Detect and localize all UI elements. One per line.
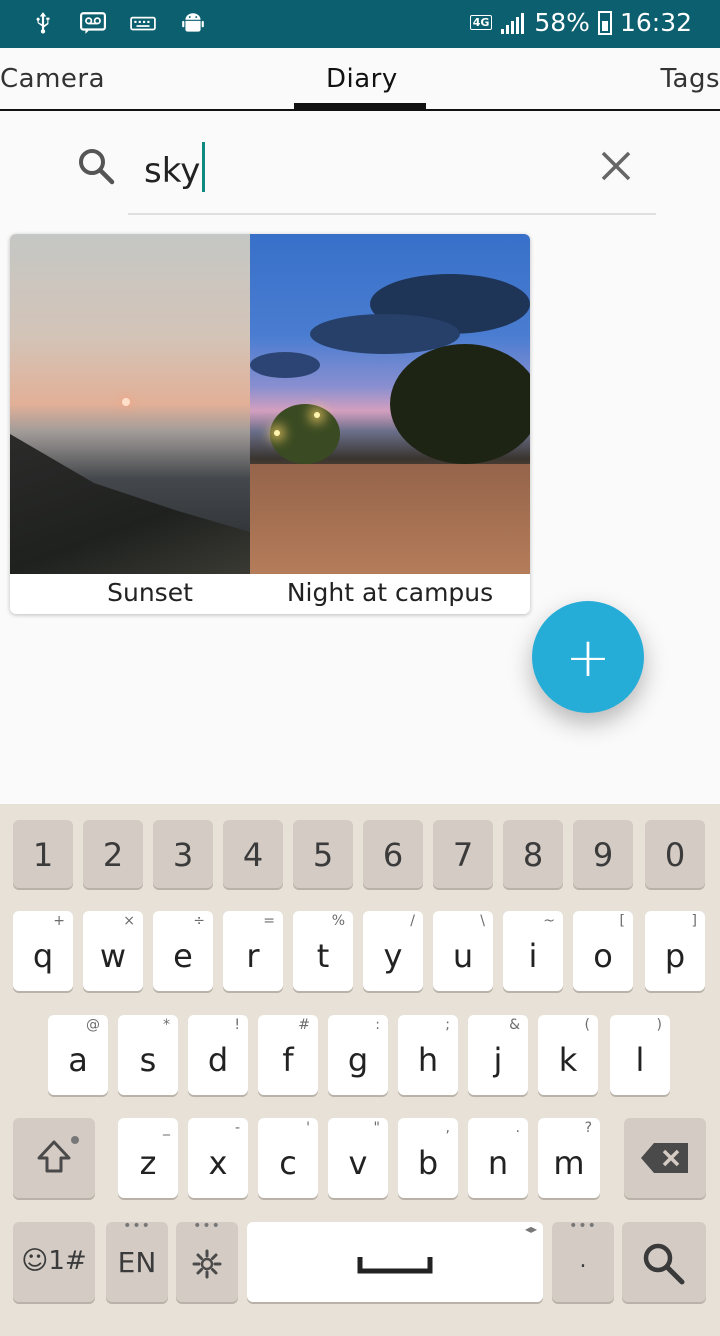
- add-entry-button[interactable]: +: [532, 601, 644, 713]
- backspace-key[interactable]: [624, 1118, 706, 1198]
- android-icon: [182, 13, 204, 32]
- network-type-badge: 4G: [469, 15, 493, 30]
- text-caret: [202, 142, 206, 192]
- key-5[interactable]: 5: [293, 820, 353, 888]
- key-9[interactable]: 9: [573, 820, 633, 888]
- hillside: [10, 434, 250, 574]
- key-o[interactable]: [o: [573, 911, 633, 991]
- tab-tags[interactable]: Tags: [660, 64, 720, 94]
- usb-icon: [36, 12, 50, 34]
- tree: [270, 404, 340, 464]
- symbols-key[interactable]: ☺1#: [13, 1222, 95, 1302]
- sun: [122, 398, 130, 406]
- diary-entry-caption: Night at campus: [286, 578, 494, 607]
- key-l[interactable]: ) l: [610, 1015, 670, 1095]
- diary-entry-caption: Sunset: [107, 578, 193, 607]
- diary-entry-photo-sunset[interactable]: [10, 234, 250, 574]
- key-s[interactable]: * s: [118, 1015, 178, 1095]
- key-u[interactable]: \ u: [433, 911, 493, 991]
- backspace-icon: [641, 1143, 688, 1173]
- diary-results-card: Sunset Night at campus: [10, 234, 530, 614]
- key-e[interactable]: ÷ e: [153, 911, 213, 991]
- status-icons-left: [30, 10, 206, 36]
- key-z[interactable]: _ z: [118, 1118, 178, 1198]
- diary-entry-photo-night[interactable]: [250, 234, 530, 574]
- on-screen-keyboard: 1 2 3 4 5 6 7 8 9 0 + q × w ÷ e = r % t / y \ u…: [0, 804, 720, 1336]
- more-dots-icon: •••: [569, 1218, 597, 1234]
- key-t[interactable]: % t: [293, 911, 353, 991]
- key-q[interactable]: + q: [13, 911, 73, 991]
- close-icon[interactable]: [598, 148, 634, 184]
- key-1[interactable]: 1: [13, 820, 73, 888]
- space-bar-icon: [357, 1257, 433, 1274]
- key-f[interactable]: # f: [258, 1015, 318, 1095]
- key-a[interactable]: @ a: [48, 1015, 108, 1095]
- key-6[interactable]: 6: [363, 820, 423, 888]
- key-p[interactable]: ] p: [645, 911, 705, 991]
- shift-icon: [37, 1140, 71, 1173]
- search-icon: [643, 1243, 685, 1285]
- key-4[interactable]: 4: [223, 820, 283, 888]
- signal-icon: [501, 12, 525, 34]
- tree: [390, 344, 530, 464]
- more-dots-icon: •••: [123, 1218, 151, 1234]
- battery-percent: 58%: [534, 8, 590, 37]
- street-lamp: [274, 430, 280, 436]
- plus-icon: +: [565, 625, 611, 689]
- status-bar: 4G 58% 16:32: [0, 0, 720, 48]
- search-underline: [128, 213, 656, 215]
- cursor-arrows-icon: ◂▸: [524, 1222, 537, 1236]
- shift-indicator-dot: [71, 1136, 79, 1144]
- key-n[interactable]: .n: [468, 1118, 528, 1198]
- tab-bar: Camera Diary Tags: [0, 48, 720, 111]
- key-d[interactable]: ! d: [188, 1015, 248, 1095]
- key-b[interactable]: ,b: [398, 1118, 458, 1198]
- keyboard-icon: [130, 16, 156, 31]
- key-h[interactable]: ; h: [398, 1015, 458, 1095]
- space-key[interactable]: ◂▸: [247, 1222, 543, 1302]
- tab-diary[interactable]: Diary: [326, 64, 398, 94]
- key-k[interactable]: (k: [538, 1015, 598, 1095]
- search-input-value: sky: [144, 151, 201, 191]
- key-8[interactable]: 8: [503, 820, 563, 888]
- period-key[interactable]: •••.: [552, 1218, 614, 1302]
- key-r[interactable]: = r: [223, 911, 283, 991]
- search-bar: sky: [0, 130, 720, 216]
- voicemail-icon: [80, 12, 106, 34]
- key-m[interactable]: ? m: [538, 1118, 600, 1198]
- clock: 16:32: [619, 8, 692, 37]
- key-x[interactable]: -x: [188, 1118, 248, 1198]
- key-j[interactable]: & j: [468, 1015, 528, 1095]
- shift-key[interactable]: [13, 1118, 95, 1198]
- tab-camera[interactable]: Camera: [0, 64, 105, 94]
- key-w[interactable]: × w: [83, 911, 143, 991]
- key-3[interactable]: 3: [153, 820, 213, 888]
- key-v[interactable]: " v: [328, 1118, 388, 1198]
- key-0[interactable]: 0: [645, 820, 705, 888]
- key-g[interactable]: :g: [328, 1015, 388, 1095]
- key-i[interactable]: ~ i: [503, 911, 563, 991]
- search-icon: [79, 149, 115, 185]
- key-y[interactable]: / y: [363, 911, 423, 991]
- battery-icon: [597, 10, 612, 35]
- key-c[interactable]: ' c: [258, 1118, 318, 1198]
- status-icons-right: 4G 58% 16:32: [469, 8, 692, 37]
- road: [250, 464, 530, 574]
- search-input[interactable]: sky: [144, 142, 206, 192]
- key-2[interactable]: 2: [83, 820, 143, 888]
- street-lamp: [314, 412, 320, 418]
- tab-indicator: [294, 103, 426, 109]
- gear-icon: [192, 1249, 222, 1279]
- settings-key[interactable]: •••: [176, 1218, 238, 1302]
- more-dots-icon: •••: [193, 1218, 221, 1234]
- key-7[interactable]: 7: [433, 820, 493, 888]
- language-key[interactable]: ••• EN: [106, 1218, 168, 1302]
- search-key[interactable]: [622, 1222, 706, 1302]
- cloud: [250, 352, 320, 378]
